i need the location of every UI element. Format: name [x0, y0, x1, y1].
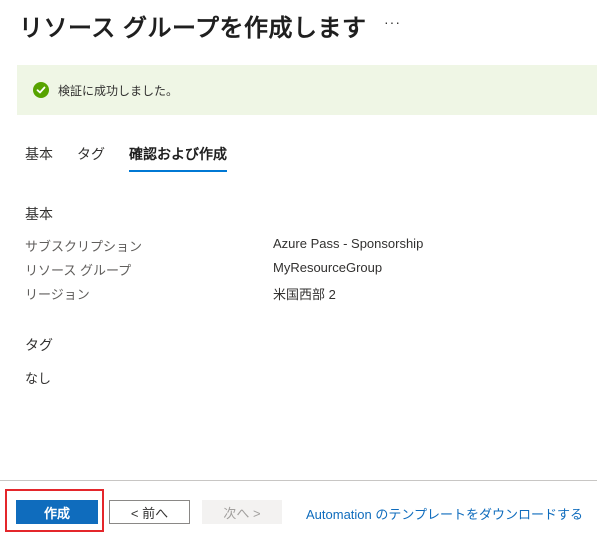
download-template-link[interactable]: Automation のテンプレートをダウンロードする — [306, 504, 583, 523]
more-options-button[interactable]: ··· — [384, 14, 401, 30]
check-circle-icon — [33, 82, 49, 98]
footer-divider — [0, 480, 597, 481]
summary-value: Azure Pass - Sponsorship — [273, 236, 424, 251]
tab-review-create[interactable]: 確認および作成 — [129, 140, 227, 172]
validation-message: 検証に成功しました。 — [58, 83, 179, 98]
summary-row-subscription: サブスクリプション Azure Pass - Sponsorship — [25, 236, 585, 256]
summary-key: リージョン — [25, 287, 90, 302]
basics-heading: 基本 — [25, 206, 53, 222]
summary-value: 米国西部 2 — [273, 287, 336, 302]
create-button[interactable]: 作成 — [16, 500, 98, 524]
summary-key: リソース グループ — [25, 263, 132, 278]
page-title: リソース グループを作成します — [19, 14, 367, 42]
tab-bar: 基本 タグ 確認および作成 — [25, 140, 251, 172]
validation-banner: 検証に成功しました。 — [17, 65, 597, 115]
tags-heading: タグ — [25, 337, 53, 353]
summary-value: MyResourceGroup — [273, 260, 383, 275]
summary-row-resource-group: リソース グループ MyResourceGroup — [25, 260, 585, 280]
tab-tags[interactable]: タグ — [77, 140, 105, 172]
previous-button[interactable]: < 前へ — [109, 500, 190, 524]
summary-row-region: リージョン 米国西部 2 — [25, 284, 585, 304]
tags-value: なし — [25, 371, 52, 386]
next-button[interactable]: 次へ > — [202, 500, 282, 524]
summary-key: サブスクリプション — [25, 239, 143, 254]
page-header: リソース グループを作成します — [19, 8, 367, 42]
tab-basics[interactable]: 基本 — [25, 140, 53, 172]
